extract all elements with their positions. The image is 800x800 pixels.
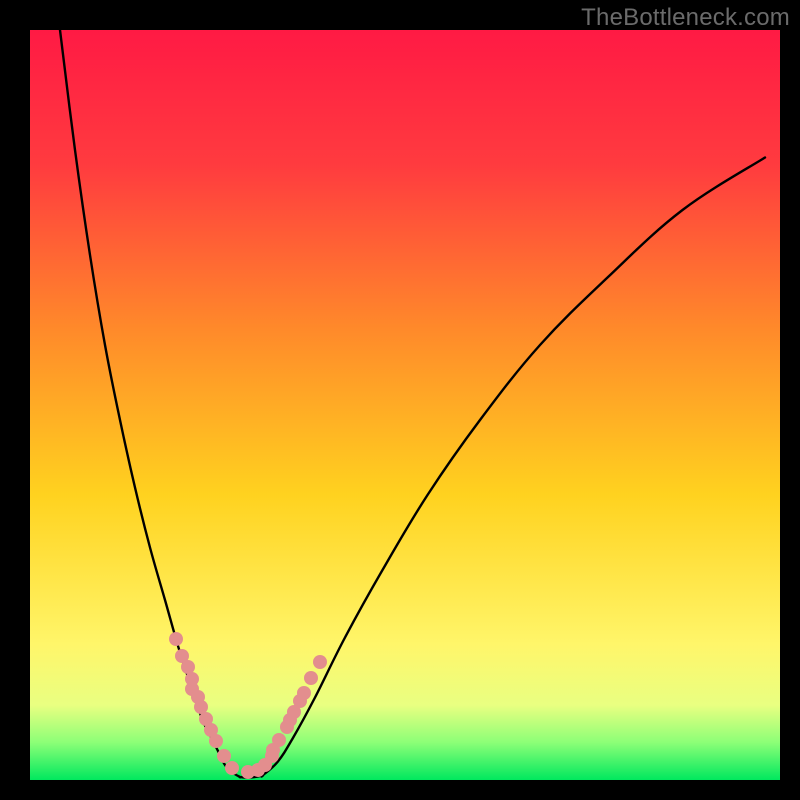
chart-frame: TheBottleneck.com bbox=[0, 0, 800, 800]
plot-area bbox=[30, 30, 780, 780]
highlight-dot bbox=[313, 655, 327, 669]
watermark-text: TheBottleneck.com bbox=[581, 4, 790, 32]
highlight-dot bbox=[272, 733, 286, 747]
bottleneck-curve bbox=[30, 30, 780, 780]
highlight-dot bbox=[209, 734, 223, 748]
highlight-dot bbox=[297, 686, 311, 700]
highlight-dot bbox=[304, 671, 318, 685]
highlight-dot bbox=[225, 761, 239, 775]
highlight-dot bbox=[169, 632, 183, 646]
